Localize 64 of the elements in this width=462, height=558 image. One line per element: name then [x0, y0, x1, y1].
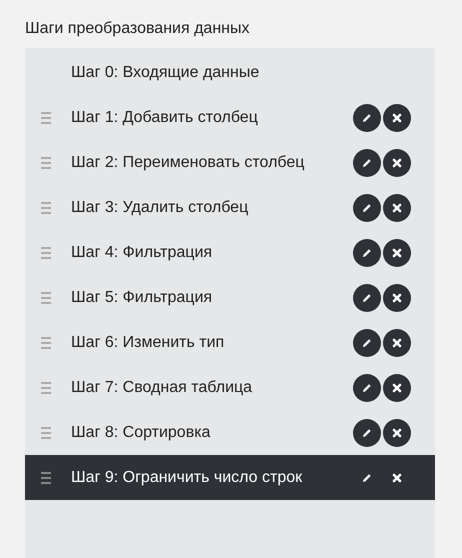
- drag-handle-icon[interactable]: [41, 426, 51, 438]
- close-icon: [392, 112, 402, 122]
- delete-button[interactable]: [383, 418, 411, 446]
- edit-button[interactable]: [353, 148, 381, 176]
- step-row[interactable]: Шаг 1: Добавить столбец: [25, 95, 435, 140]
- drag-handle-icon[interactable]: [41, 246, 51, 258]
- delete-button[interactable]: [383, 374, 411, 402]
- drag-handle-icon[interactable]: [41, 472, 51, 484]
- step-row[interactable]: Шаг 9: Ограничить число строк: [25, 455, 435, 500]
- drag-handle-icon[interactable]: [41, 382, 51, 394]
- drag-handle-icon[interactable]: [41, 292, 51, 304]
- delete-button[interactable]: [383, 194, 411, 222]
- step-label: Шаг 0: Входящие данные: [71, 62, 260, 82]
- step-label: Шаг 8: Сортировка: [71, 422, 212, 442]
- step-label: Шаг 9: Ограничить число строк: [71, 468, 304, 488]
- pencil-icon: [361, 426, 373, 438]
- pencil-icon: [361, 246, 373, 258]
- pencil-icon: [361, 292, 373, 304]
- step-label: Шаг 4: Фильтрация: [71, 242, 214, 262]
- edit-button[interactable]: [353, 328, 381, 356]
- drag-handle-icon[interactable]: [41, 202, 51, 214]
- step-row[interactable]: Шаг 7: Сводная таблица: [25, 365, 435, 410]
- delete-button[interactable]: [383, 284, 411, 312]
- delete-button[interactable]: [383, 104, 411, 132]
- close-icon: [392, 158, 402, 168]
- edit-button[interactable]: [353, 284, 381, 312]
- step-label: Шаг 5: Фильтрация: [71, 288, 214, 308]
- pencil-icon: [361, 156, 373, 168]
- step-label: Шаг 3: Удалить столбец: [71, 198, 250, 218]
- step-row[interactable]: Шаг 2: Переименовать столбец: [25, 140, 435, 185]
- step-label: Шаг 2: Переименовать столбец: [71, 152, 306, 172]
- edit-button[interactable]: [353, 418, 381, 446]
- close-icon: [392, 202, 402, 212]
- delete-button[interactable]: [383, 328, 411, 356]
- pencil-icon: [361, 382, 373, 394]
- panel-title: Шаги преобразования данных: [25, 19, 250, 39]
- drag-handle-icon[interactable]: [41, 336, 51, 348]
- close-icon: [392, 382, 402, 392]
- step-label: Шаг 1: Добавить столбец: [71, 108, 259, 128]
- pencil-icon: [361, 202, 373, 214]
- step-row[interactable]: Шаг 4: Фильтрация: [25, 230, 435, 275]
- close-icon: [392, 338, 402, 348]
- close-icon: [392, 472, 402, 482]
- edit-button[interactable]: [353, 238, 381, 266]
- step-row[interactable]: Шаг 8: Сортировка: [25, 410, 435, 455]
- close-icon: [392, 428, 402, 438]
- step-label: Шаг 7: Сводная таблица: [71, 378, 254, 398]
- step-row[interactable]: Шаг 5: Фильтрация: [25, 275, 435, 320]
- pencil-icon: [361, 472, 373, 484]
- pencil-icon: [361, 112, 373, 124]
- edit-button[interactable]: [353, 374, 381, 402]
- delete-button[interactable]: [383, 238, 411, 266]
- close-icon: [392, 292, 402, 302]
- close-icon: [392, 248, 402, 258]
- step-row[interactable]: Шаг 6: Изменить тип: [25, 320, 435, 365]
- drag-handle-icon[interactable]: [41, 112, 51, 124]
- drag-handle-icon[interactable]: [41, 156, 51, 168]
- delete-button[interactable]: [383, 148, 411, 176]
- step-row[interactable]: Шаг 3: Удалить столбец: [25, 185, 435, 230]
- pencil-icon: [361, 336, 373, 348]
- edit-button[interactable]: [353, 194, 381, 222]
- edit-button[interactable]: [353, 104, 381, 132]
- step-label: Шаг 6: Изменить тип: [71, 332, 226, 352]
- step-row[interactable]: Шаг 0: Входящие данные: [25, 50, 435, 95]
